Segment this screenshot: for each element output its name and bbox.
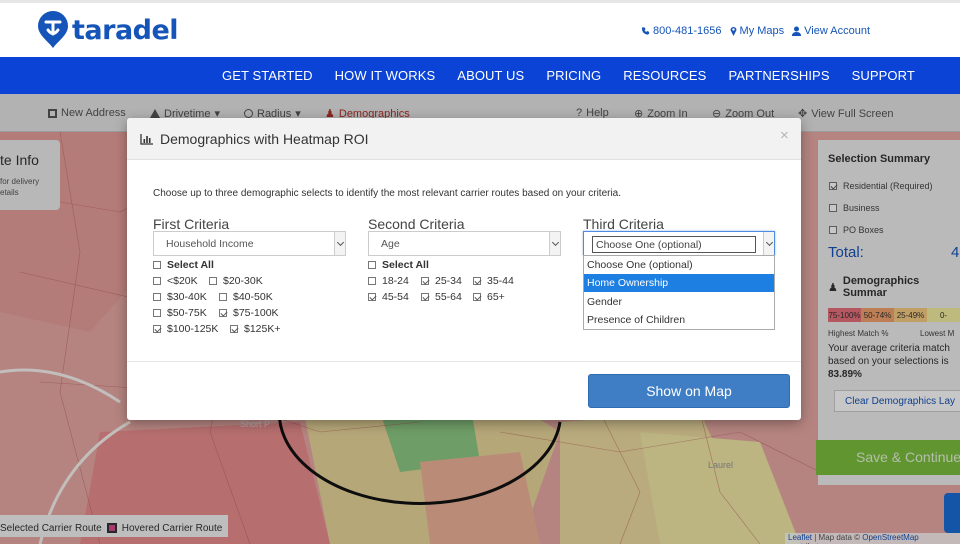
view-account-label: View Account xyxy=(804,25,870,37)
modal-header: Demographics with Heatmap ROI × xyxy=(127,118,801,160)
age-18-24-label: 18-24 xyxy=(382,275,409,287)
age-18-24-checkbox[interactable] xyxy=(368,277,376,285)
header-contact: 800-481-1656 My Maps View Account xyxy=(641,25,870,37)
dropdown-option-gender[interactable]: Gender xyxy=(584,293,774,311)
age-65-plus-label: 65+ xyxy=(487,291,505,303)
age-35-44-label: 35-44 xyxy=(487,275,514,287)
age-55-64[interactable]: 55-64 xyxy=(421,291,462,303)
chevron-down-icon xyxy=(763,232,774,255)
view-account-link[interactable]: View Account xyxy=(792,25,870,37)
income-100-125k-checkbox[interactable] xyxy=(153,325,161,333)
third-criteria-select[interactable]: Choose One (optional) xyxy=(583,231,775,256)
third-criteria-value: Choose One (optional) xyxy=(592,236,756,253)
phone-number: 800-481-1656 xyxy=(653,25,722,37)
income-100-125k[interactable]: $100-125K xyxy=(153,323,218,335)
demographics-modal: Demographics with Heatmap ROI × Choose u… xyxy=(127,118,801,420)
first-select-all-checkbox[interactable] xyxy=(153,261,161,269)
first-criteria-title: First Criteria xyxy=(153,216,230,232)
income-40-50k[interactable]: $40-50K xyxy=(219,291,273,303)
age-45-54-label: 45-54 xyxy=(382,291,409,303)
taradel-logo[interactable]: taradel xyxy=(36,11,179,49)
logo-text: taradel xyxy=(72,14,179,46)
close-icon[interactable]: × xyxy=(780,127,789,144)
age-25-34-checkbox[interactable] xyxy=(421,277,429,285)
income-75-100k-label: $75-100K xyxy=(233,307,279,319)
age-55-64-label: 55-64 xyxy=(435,291,462,303)
second-criteria-value: Age xyxy=(381,238,400,250)
income-20-30k-label: $20-30K xyxy=(223,275,263,287)
my-maps-label: My Maps xyxy=(739,25,785,37)
third-criteria-title: Third Criteria xyxy=(583,216,664,232)
age-65-plus[interactable]: 65+ xyxy=(473,291,505,303)
income-50-75k[interactable]: $50-75K xyxy=(153,307,207,319)
second-criteria-title: Second Criteria xyxy=(368,216,465,232)
phone-link[interactable]: 800-481-1656 xyxy=(641,25,722,37)
nav-support[interactable]: SUPPORT xyxy=(852,68,915,83)
first-select-all[interactable]: Select All xyxy=(153,259,214,271)
first-select-all-label: Select All xyxy=(167,259,214,271)
logo-pin-icon xyxy=(38,11,68,48)
income-40-50k-checkbox[interactable] xyxy=(219,293,227,301)
nav-pricing[interactable]: PRICING xyxy=(546,68,601,83)
age-55-64-checkbox[interactable] xyxy=(421,293,429,301)
bar-chart-icon xyxy=(140,134,153,145)
chevron-down-icon xyxy=(549,232,560,255)
age-35-44-checkbox[interactable] xyxy=(473,277,481,285)
income-20-30k[interactable]: $20-30K xyxy=(209,275,263,287)
first-criteria-value: Household Income xyxy=(166,238,254,250)
dropdown-option-presence-of-children[interactable]: Presence of Children xyxy=(584,311,774,329)
nav-partnerships[interactable]: PARTNERSHIPS xyxy=(728,68,829,83)
user-icon xyxy=(792,26,802,36)
second-criteria-select[interactable]: Age xyxy=(368,231,561,256)
my-maps-link[interactable]: My Maps xyxy=(730,25,785,37)
income-40-50k-label: $40-50K xyxy=(233,291,273,303)
income-20-30k-checkbox[interactable] xyxy=(209,277,217,285)
income-under-20k[interactable]: <$20K xyxy=(153,275,198,287)
age-35-44[interactable]: 35-44 xyxy=(473,275,514,287)
third-criteria-dropdown: Choose One (optional) Home Ownership Gen… xyxy=(583,255,775,330)
age-45-54[interactable]: 45-54 xyxy=(368,291,409,303)
age-45-54-checkbox[interactable] xyxy=(368,293,376,301)
income-30-40k-label: $30-40K xyxy=(167,291,207,303)
income-125k-plus[interactable]: $125K+ xyxy=(230,323,281,335)
income-125k-plus-label: $125K+ xyxy=(244,323,281,335)
phone-icon xyxy=(641,27,650,35)
modal-divider xyxy=(127,361,801,362)
chevron-down-icon xyxy=(334,232,345,255)
income-125k-plus-checkbox[interactable] xyxy=(230,325,238,333)
income-under-20k-label: <$20K xyxy=(167,275,198,287)
income-75-100k[interactable]: $75-100K xyxy=(219,307,279,319)
second-select-all[interactable]: Select All xyxy=(368,259,429,271)
nav-get-started[interactable]: GET STARTED xyxy=(222,68,313,83)
income-30-40k[interactable]: $30-40K xyxy=(153,291,207,303)
show-on-map-button[interactable]: Show on Map xyxy=(588,374,790,408)
second-select-all-label: Select All xyxy=(382,259,429,271)
main-nav: GET STARTED HOW IT WORKS ABOUT US PRICIN… xyxy=(0,57,960,94)
site-header: taradel 800-481-1656 My Maps View Accoun… xyxy=(0,0,960,57)
income-50-75k-checkbox[interactable] xyxy=(153,309,161,317)
dropdown-option-choose-one[interactable]: Choose One (optional) xyxy=(584,256,774,274)
income-30-40k-checkbox[interactable] xyxy=(153,293,161,301)
income-under-20k-checkbox[interactable] xyxy=(153,277,161,285)
map-marker-icon xyxy=(730,27,737,36)
dropdown-option-home-ownership[interactable]: Home Ownership xyxy=(584,274,774,292)
nav-resources[interactable]: RESOURCES xyxy=(623,68,706,83)
age-25-34-label: 25-34 xyxy=(435,275,462,287)
income-100-125k-label: $100-125K xyxy=(167,323,219,335)
nav-about-us[interactable]: ABOUT US xyxy=(457,68,524,83)
income-75-100k-checkbox[interactable] xyxy=(219,309,227,317)
age-65-plus-checkbox[interactable] xyxy=(473,293,481,301)
age-18-24[interactable]: 18-24 xyxy=(368,275,409,287)
modal-description: Choose up to three demographic selects t… xyxy=(153,188,622,199)
second-select-all-checkbox[interactable] xyxy=(368,261,376,269)
income-50-75k-label: $50-75K xyxy=(167,307,207,319)
age-25-34[interactable]: 25-34 xyxy=(421,275,462,287)
nav-how-it-works[interactable]: HOW IT WORKS xyxy=(335,68,436,83)
modal-title: Demographics with Heatmap ROI xyxy=(160,131,369,147)
first-criteria-select[interactable]: Household Income xyxy=(153,231,346,256)
